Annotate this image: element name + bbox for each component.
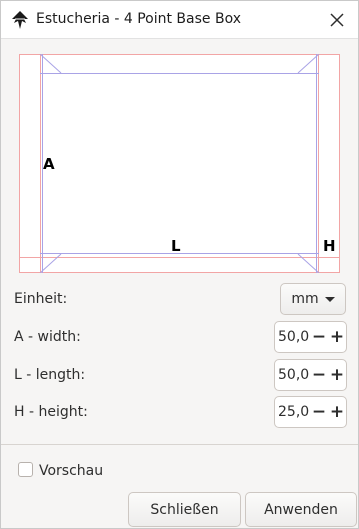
inkscape-icon (12, 11, 28, 29)
dialog-window: Estucheria - 4 Point Base Box A L H Einh… (0, 0, 359, 529)
close-dialog-button[interactable]: Schließen (128, 492, 241, 527)
height-label: H - height: (14, 404, 88, 420)
unit-value: mm (291, 291, 319, 307)
dimension-label-h: H (323, 237, 336, 255)
height-input[interactable] (275, 398, 310, 426)
length-label: L - length: (14, 367, 86, 383)
width-increment-button[interactable]: + (328, 323, 346, 351)
corner-fold-bl (39, 253, 62, 273)
corner-fold-tl (39, 54, 62, 74)
width-label: A - width: (14, 329, 81, 345)
apply-button-label: Anwenden (264, 501, 338, 518)
dimension-label-l: L (171, 237, 181, 255)
box-preview: A L H (19, 54, 340, 273)
length-decrement-button[interactable]: − (310, 361, 328, 389)
width-decrement-button[interactable]: − (310, 323, 328, 351)
length-spinbox: − + (274, 359, 347, 391)
close-button[interactable] (324, 7, 350, 33)
height-spinbox: − + (274, 396, 347, 428)
length-input[interactable] (275, 361, 310, 389)
apply-button[interactable]: Anwenden (245, 492, 357, 527)
close-dialog-button-label: Schließen (150, 501, 219, 518)
width-input[interactable] (275, 323, 310, 351)
separator (1, 444, 358, 445)
corner-fold-tr (297, 54, 320, 74)
length-increment-button[interactable]: + (328, 361, 346, 389)
preview-checkbox-label[interactable]: Vorschau (39, 463, 103, 479)
close-icon (330, 13, 344, 27)
window-title: Estucheria - 4 Point Base Box (36, 11, 241, 27)
dimension-label-a: A (43, 155, 55, 173)
preview-checkbox[interactable] (18, 462, 33, 477)
corner-fold-br (297, 253, 320, 273)
caret-down-icon (324, 296, 335, 302)
unit-dropdown[interactable]: mm (280, 283, 346, 315)
height-decrement-button[interactable]: − (310, 398, 328, 426)
titlebar[interactable]: Estucheria - 4 Point Base Box (1, 1, 358, 39)
unit-label: Einheit: (14, 291, 68, 307)
width-spinbox: − + (274, 321, 347, 353)
height-increment-button[interactable]: + (328, 398, 346, 426)
